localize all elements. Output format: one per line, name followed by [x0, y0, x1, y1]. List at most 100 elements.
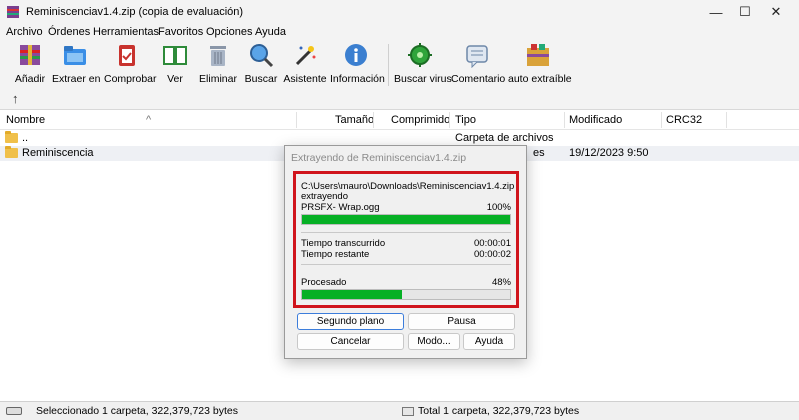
pause-button[interactable]: Pausa [408, 313, 515, 330]
drive-icon [6, 407, 22, 415]
dialog-title: Extrayendo de Reminiscenciav1.4.zip [291, 152, 467, 164]
close-button[interactable]: ✕ [756, 0, 796, 24]
column-crc[interactable]: CRC32 [666, 114, 702, 126]
info-icon [343, 42, 369, 68]
find-label: Buscar [244, 73, 278, 85]
column-packed[interactable]: Comprimido [391, 114, 450, 126]
winrar-add-icon [17, 42, 43, 68]
view-label: Ver [167, 73, 183, 85]
find-button[interactable]: Buscar [244, 42, 278, 88]
table-row[interactable]: .. Carpeta de archivos [0, 131, 799, 146]
magnifier-icon [248, 42, 274, 68]
extract-to-button[interactable]: Extraer en [52, 42, 101, 88]
elapsed-value: 00:00:01 [474, 238, 511, 249]
status-bar: Seleccionado 1 carpeta, 322,379,723 byte… [0, 401, 799, 420]
column-divider[interactable] [449, 112, 450, 128]
menu-ordenes[interactable]: Órdenes [48, 26, 90, 38]
column-divider[interactable] [661, 112, 662, 128]
maximize-icon: ☐ [739, 4, 751, 19]
menu-bar: Archivo Órdenes Herramientas Favoritos O… [0, 24, 799, 40]
divider [301, 264, 511, 265]
toolbar: Añadir Extraer en Comprobar Ver Eliminar… [0, 40, 799, 90]
sfx-button[interactable]: auto extraíble [508, 42, 572, 88]
sfx-icon [525, 42, 551, 68]
status-total: Total 1 carpeta, 322,379,723 bytes [418, 405, 580, 417]
up-arrow-icon[interactable]: ↑ [12, 91, 19, 106]
menu-favoritos[interactable]: Favoritos [158, 26, 203, 38]
winrar-app-icon [6, 5, 20, 19]
file-progress-fill [302, 215, 510, 224]
delete-button[interactable]: Eliminar [199, 42, 237, 88]
extract-folder-icon [62, 42, 88, 68]
wizard-button[interactable]: Asistente [283, 42, 327, 88]
column-divider[interactable] [564, 112, 565, 128]
info-button[interactable]: Información [330, 42, 385, 88]
divider [301, 232, 511, 233]
row-type: Carpeta de archivos [455, 132, 554, 144]
file-percent: 100% [486, 202, 511, 213]
minimize-icon: — [709, 4, 723, 20]
virus-scan-icon [407, 42, 433, 68]
total-progress-bar [301, 289, 511, 300]
folder-icon [5, 146, 18, 158]
action-label: extrayendo [301, 191, 349, 202]
background-button[interactable]: Segundo plano [297, 313, 404, 330]
column-name[interactable]: Nombre [6, 114, 45, 126]
window-title: Reminiscenciav1.4.zip (copia de evaluaci… [26, 6, 244, 18]
close-icon: ✕ [770, 4, 782, 19]
comment-button[interactable]: Comentario [451, 42, 506, 88]
menu-opciones[interactable]: Opciones [206, 26, 252, 38]
mode-button[interactable]: Modo... [408, 333, 460, 350]
menu-ayuda[interactable]: Ayuda [255, 26, 286, 38]
test-clipboard-icon [114, 42, 140, 68]
remaining-label: Tiempo restante [301, 249, 370, 260]
menu-archivo[interactable]: Archivo [6, 26, 43, 38]
view-book-icon [162, 42, 188, 68]
wizard-label: Asistente [283, 73, 327, 85]
total-progress-fill [302, 290, 402, 299]
column-modified[interactable]: Modificado [569, 114, 622, 126]
comment-label: Comentario [451, 73, 506, 85]
info-label: Información [330, 73, 385, 85]
current-file: PRSFX- Wrap.ogg [301, 202, 380, 213]
remaining-value: 00:00:02 [474, 249, 511, 260]
help-button[interactable]: Ayuda [463, 333, 515, 350]
column-type[interactable]: Tipo [455, 114, 476, 126]
status-selection: Seleccionado 1 carpeta, 322,379,723 byte… [36, 405, 238, 417]
extract-to-label: Extraer en [52, 73, 101, 85]
comment-icon [464, 42, 490, 69]
navigation-row: ↑ [0, 90, 799, 108]
add-button[interactable]: Añadir [10, 42, 50, 88]
delete-label: Eliminar [199, 73, 237, 85]
sort-caret-icon: ^ [146, 114, 152, 126]
processed-label: Procesado [301, 277, 347, 288]
extraction-dialog: Extrayendo de Reminiscenciav1.4.zip C:\U… [284, 145, 527, 359]
wizard-wand-icon [292, 42, 318, 68]
archive-icon [402, 407, 414, 416]
view-button[interactable]: Ver [160, 42, 190, 88]
row-name: Reminiscencia [22, 147, 94, 159]
folder-icon [5, 131, 18, 143]
add-label: Añadir [14, 73, 46, 85]
virus-scan-label: Buscar virus [394, 73, 452, 85]
menu-herramientas[interactable]: Herramientas [93, 26, 159, 38]
elapsed-label: Tiempo transcurrido [301, 238, 386, 249]
row-modified: 19/12/2023 9:50 [569, 147, 649, 159]
row-name: .. [22, 132, 29, 144]
trash-icon [205, 42, 231, 68]
cancel-button[interactable]: Cancelar [297, 333, 404, 350]
toolbar-divider [388, 44, 389, 86]
sfx-label: auto extraíble [508, 73, 572, 85]
test-label: Comprobar [104, 73, 157, 85]
column-size[interactable]: Tamaño [335, 114, 374, 126]
column-divider[interactable] [726, 112, 727, 128]
column-divider[interactable] [373, 112, 374, 128]
virus-scan-button[interactable]: Buscar virus [394, 42, 452, 88]
column-divider[interactable] [296, 112, 297, 128]
title-bar: Reminiscenciav1.4.zip (copia de evaluaci… [0, 0, 799, 24]
row-type: es [533, 147, 545, 159]
test-button[interactable]: Comprobar [104, 42, 157, 88]
progress-panel-highlight: C:\Users\mauro\Downloads\Reminiscenciav1… [293, 171, 519, 308]
column-header: ^ Nombre Tamaño Comprimido Tipo Modifica… [0, 110, 799, 130]
file-progress-bar [301, 214, 511, 225]
